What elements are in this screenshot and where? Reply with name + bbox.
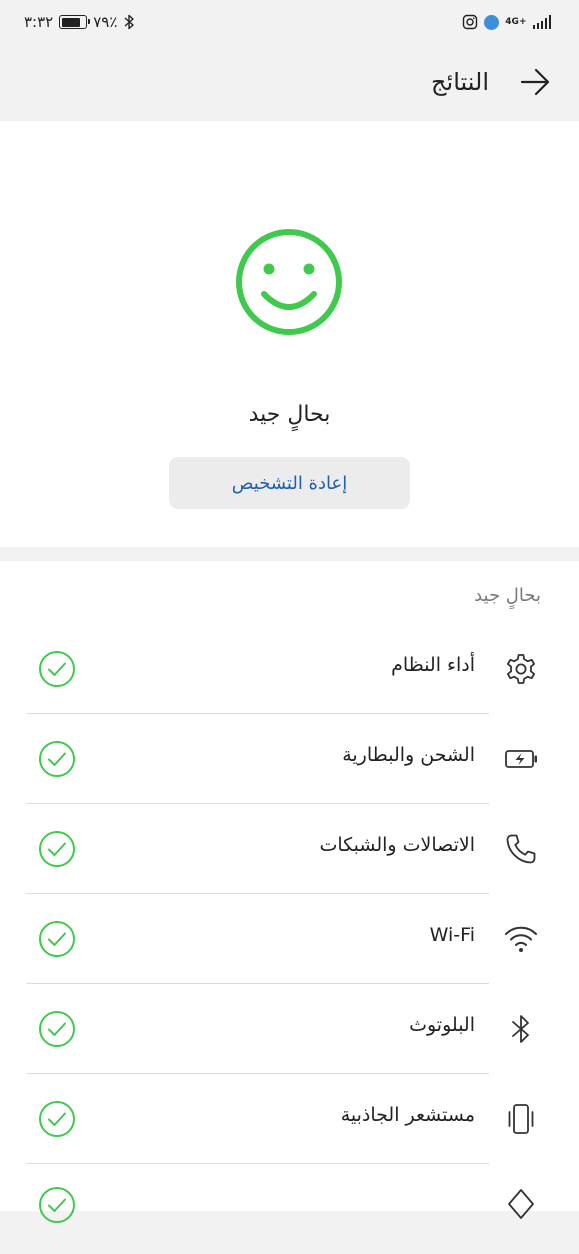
list-item[interactable]: مستشعر الجاذبية [0,1074,579,1164]
list-item[interactable] [0,1164,579,1254]
overall-status: بحالٍ جيد [248,402,331,427]
status-bar-right: 4G+ [462,14,551,30]
phone-icon [506,834,536,864]
back-button[interactable] [519,66,551,98]
list-item-label: البلوتوث [409,1014,475,1036]
list-item[interactable]: Wi-Fi [0,894,579,984]
network-type: 4G+ [505,16,527,27]
list-item[interactable]: أداء النظام [0,624,579,714]
battery-percent: ٧٩٪ [93,13,118,31]
vibrate-phone-icon [508,1104,534,1134]
status-bar-left: ٣:٣٢ ٧٩٪ [24,13,135,31]
app-notification-icon [484,14,500,30]
bluetooth-icon [512,1015,529,1043]
list-item[interactable]: الشحن والبطارية [0,714,579,804]
check-circle-icon [39,1187,75,1223]
check-circle-icon [39,1011,75,1047]
section-label: بحالٍ جيد [474,585,541,606]
wifi-icon [505,926,537,952]
arrow-back-icon [520,68,550,96]
instagram-icon [463,14,478,30]
page-title: النتائج [431,68,489,96]
clock: ٣:٣٢ [24,13,54,31]
battery-charging-icon [505,750,537,768]
gear-icon [507,654,535,684]
result-card: بحالٍ جيد إعادة التشخيص [0,121,579,547]
header: النتائج [0,44,579,121]
check-circle-icon [39,831,75,867]
list-item-label: أداء النظام [391,654,475,676]
checks-list: بحالٍ جيد أداء النظام الشحن والبطارية ال… [0,561,579,1223]
list-item-label: مستشعر الجاذبية [340,1104,475,1126]
list-item-label: الاتصالات والشبكات [319,834,475,856]
battery-icon [59,15,91,29]
diamond-icon [508,1189,534,1219]
signal-strength-icon [532,15,551,29]
smiley-face-icon [236,229,342,335]
list-item-label: Wi-Fi [429,924,475,946]
check-circle-icon [39,741,75,777]
check-circle-icon [39,1101,75,1137]
bluetooth-status-icon [124,14,135,30]
list-item-label: الشحن والبطارية [342,744,475,766]
check-circle-icon [39,651,75,687]
list-item[interactable]: البلوتوث [0,984,579,1074]
rediagnose-button[interactable]: إعادة التشخيص [169,457,410,509]
list-item[interactable]: الاتصالات والشبكات [0,804,579,894]
check-circle-icon [39,921,75,957]
status-bar: ٣:٣٢ ٧٩٪ 4G+ [0,0,579,44]
